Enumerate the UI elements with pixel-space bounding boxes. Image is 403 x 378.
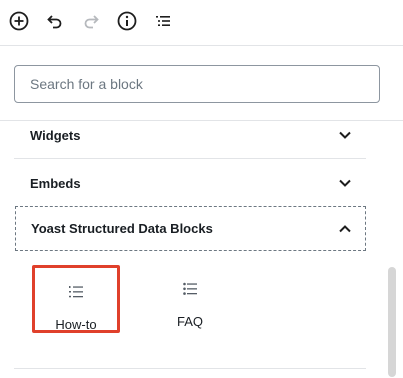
scrollbar-thumb[interactable] [388, 267, 396, 377]
category-label: Embeds [30, 175, 81, 191]
block-faq[interactable]: FAQ [146, 265, 234, 333]
block-label: FAQ [176, 314, 203, 329]
chevron-down-icon [339, 179, 351, 187]
category-yoast-structured-data-blocks[interactable]: Yoast Structured Data Blocks [15, 206, 366, 251]
plus-circle-icon [9, 11, 29, 31]
chevron-up-icon [339, 225, 351, 233]
category-embeds[interactable]: Embeds [14, 160, 366, 206]
add-block-button[interactable] [6, 8, 32, 34]
block-how-to[interactable]: How-to [32, 265, 120, 333]
ordered-list-icon [69, 286, 83, 298]
category-label: Yoast Structured Data Blocks [31, 221, 213, 236]
redo-button[interactable] [78, 8, 104, 34]
undo-icon [47, 15, 62, 29]
redo-icon [84, 15, 99, 29]
unordered-list-icon [183, 282, 197, 295]
editor-toolbar [0, 0, 403, 44]
category-divider [14, 158, 366, 159]
category-divider [14, 368, 366, 369]
list-view-icon [156, 16, 170, 26]
list-view-button[interactable] [150, 8, 176, 34]
undo-button[interactable] [42, 8, 68, 34]
search-field [14, 65, 380, 103]
block-search-input[interactable] [14, 65, 380, 103]
info-button[interactable] [114, 8, 140, 34]
info-icon [117, 11, 137, 31]
chevron-down-icon [339, 131, 351, 139]
category-widgets[interactable]: Widgets [14, 112, 366, 158]
block-label: How-to [55, 317, 97, 332]
category-label: Widgets [30, 127, 81, 143]
